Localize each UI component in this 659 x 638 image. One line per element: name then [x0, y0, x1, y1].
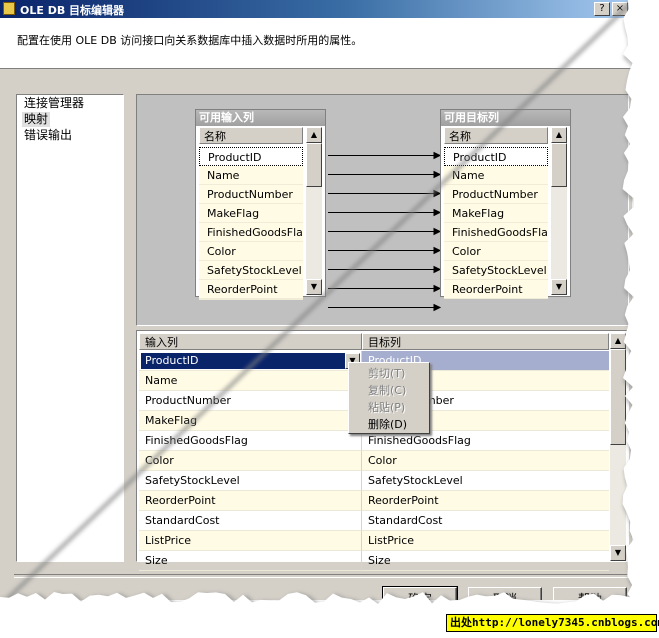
source-watermark: 出处http://lonely7345.cnblogs.com	[446, 614, 659, 632]
torn-edge-decoration	[0, 0, 659, 638]
